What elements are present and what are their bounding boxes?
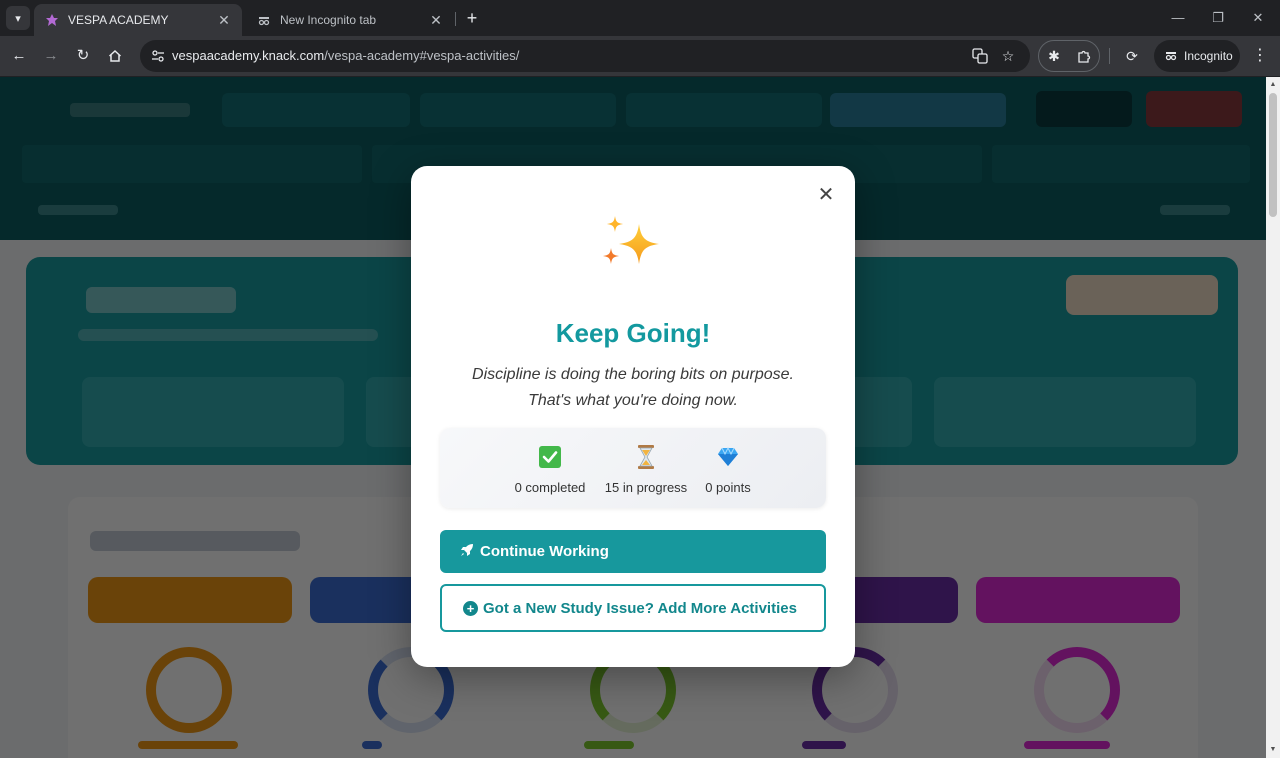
scroll-up-arrow-icon[interactable]: ▲ bbox=[1266, 79, 1280, 91]
check-icon bbox=[506, 444, 594, 470]
continue-working-label: Continue Working bbox=[480, 543, 609, 560]
stat-points: 0 points bbox=[692, 428, 764, 508]
motivational-quote: Discipline is doing the boring bits on p… bbox=[431, 362, 835, 414]
bookmark-star-icon[interactable]: ☆ bbox=[998, 46, 1018, 66]
tab-new-incognito[interactable]: New Incognito tab ✕ bbox=[246, 4, 454, 36]
back-arrow-icon[interactable]: ← bbox=[8, 45, 30, 67]
incognito-icon bbox=[1164, 48, 1178, 65]
scroll-down-arrow-icon[interactable]: ▼ bbox=[1266, 744, 1280, 756]
incognito-label: Incognito bbox=[1184, 49, 1233, 63]
quote-line: Discipline is doing the boring bits on p… bbox=[472, 366, 794, 383]
add-more-activities-button[interactable]: + Got a New Study Issue? Add More Activi… bbox=[440, 584, 826, 632]
tab-title: VESPA ACADEMY bbox=[68, 13, 169, 27]
window-close-icon[interactable]: ✕ bbox=[1248, 8, 1268, 28]
home-icon[interactable] bbox=[104, 45, 126, 67]
hourglass-icon bbox=[596, 444, 696, 470]
continue-working-button[interactable]: Continue Working bbox=[440, 530, 826, 573]
tab-separator bbox=[455, 12, 456, 26]
progress-stats: 0 completed 15 in progress 0 points bbox=[440, 428, 826, 508]
reload-icon[interactable]: ↻ bbox=[72, 45, 94, 67]
sparkles-icon bbox=[601, 214, 665, 274]
stat-label: 15 in progress bbox=[604, 480, 688, 495]
url-host: vespaacademy.knack.com bbox=[172, 48, 325, 63]
forward-arrow-icon[interactable]: → bbox=[40, 45, 62, 67]
gemini-icon[interactable]: ⟳ bbox=[1122, 46, 1142, 66]
browser-toolbar: ← → ↻ vespaacademy.knack.com/vespa-acade… bbox=[0, 36, 1280, 76]
rocket-icon bbox=[460, 543, 474, 561]
url-text[interactable]: vespaacademy.knack.com/vespa-academy#ves… bbox=[172, 48, 519, 63]
url-path: /vespa-academy#vespa-activities/ bbox=[324, 48, 520, 63]
tab-vespa-academy[interactable]: VESPA ACADEMY ✕ bbox=[34, 4, 242, 36]
site-info-icon[interactable] bbox=[148, 46, 168, 66]
restore-icon[interactable]: ❐ bbox=[1208, 8, 1228, 28]
stat-label: 0 points bbox=[705, 480, 751, 495]
tab-title: New Incognito tab bbox=[280, 13, 377, 27]
scroll-thumb[interactable] bbox=[1269, 93, 1277, 217]
translate-icon[interactable] bbox=[970, 46, 990, 66]
toolbar-separator bbox=[1109, 48, 1110, 64]
modal-title: Keep Going! bbox=[555, 318, 711, 348]
quote-line: That's what you're doing now. bbox=[528, 392, 738, 409]
tab-strip: ▾ VESPA ACADEMY ✕ New Incognito tab ✕ + … bbox=[0, 0, 1280, 36]
add-more-activities-label: Got a New Study Issue? Add More Activiti… bbox=[483, 599, 797, 617]
tab-search-icon[interactable]: ▾ bbox=[6, 6, 30, 30]
modal-close-icon[interactable]: ✕ bbox=[815, 184, 837, 206]
new-tab-plus-icon[interactable]: + bbox=[462, 8, 482, 28]
page-scrollbar[interactable]: ▲ ▼ bbox=[1266, 77, 1280, 758]
plus-circle-icon: + bbox=[463, 600, 478, 616]
extensions-group: ✱ bbox=[1038, 40, 1100, 72]
browser-menu-icon[interactable]: ⋮ bbox=[1250, 45, 1270, 67]
tab-close-icon[interactable]: ✕ bbox=[216, 12, 232, 29]
stat-label: 0 completed bbox=[514, 480, 586, 495]
extensions-puzzle-icon[interactable] bbox=[1074, 46, 1094, 66]
address-bar[interactable]: vespaacademy.knack.com/vespa-academy#ves… bbox=[140, 40, 1030, 72]
extension-asterisk-icon[interactable]: ✱ bbox=[1044, 46, 1064, 66]
vespa-favicon-icon bbox=[44, 12, 60, 28]
stat-in-progress: 15 in progress bbox=[596, 428, 696, 508]
incognito-profile-button[interactable]: Incognito bbox=[1154, 40, 1240, 72]
gem-icon bbox=[692, 444, 764, 470]
tab-close-icon[interactable]: ✕ bbox=[428, 12, 444, 29]
stat-completed: 0 completed bbox=[506, 428, 594, 508]
keep-going-modal: ✕ Keep Going! Discipline is doing the bo… bbox=[411, 166, 855, 667]
minimize-icon[interactable]: — bbox=[1168, 8, 1188, 28]
incognito-favicon-icon bbox=[256, 12, 272, 28]
